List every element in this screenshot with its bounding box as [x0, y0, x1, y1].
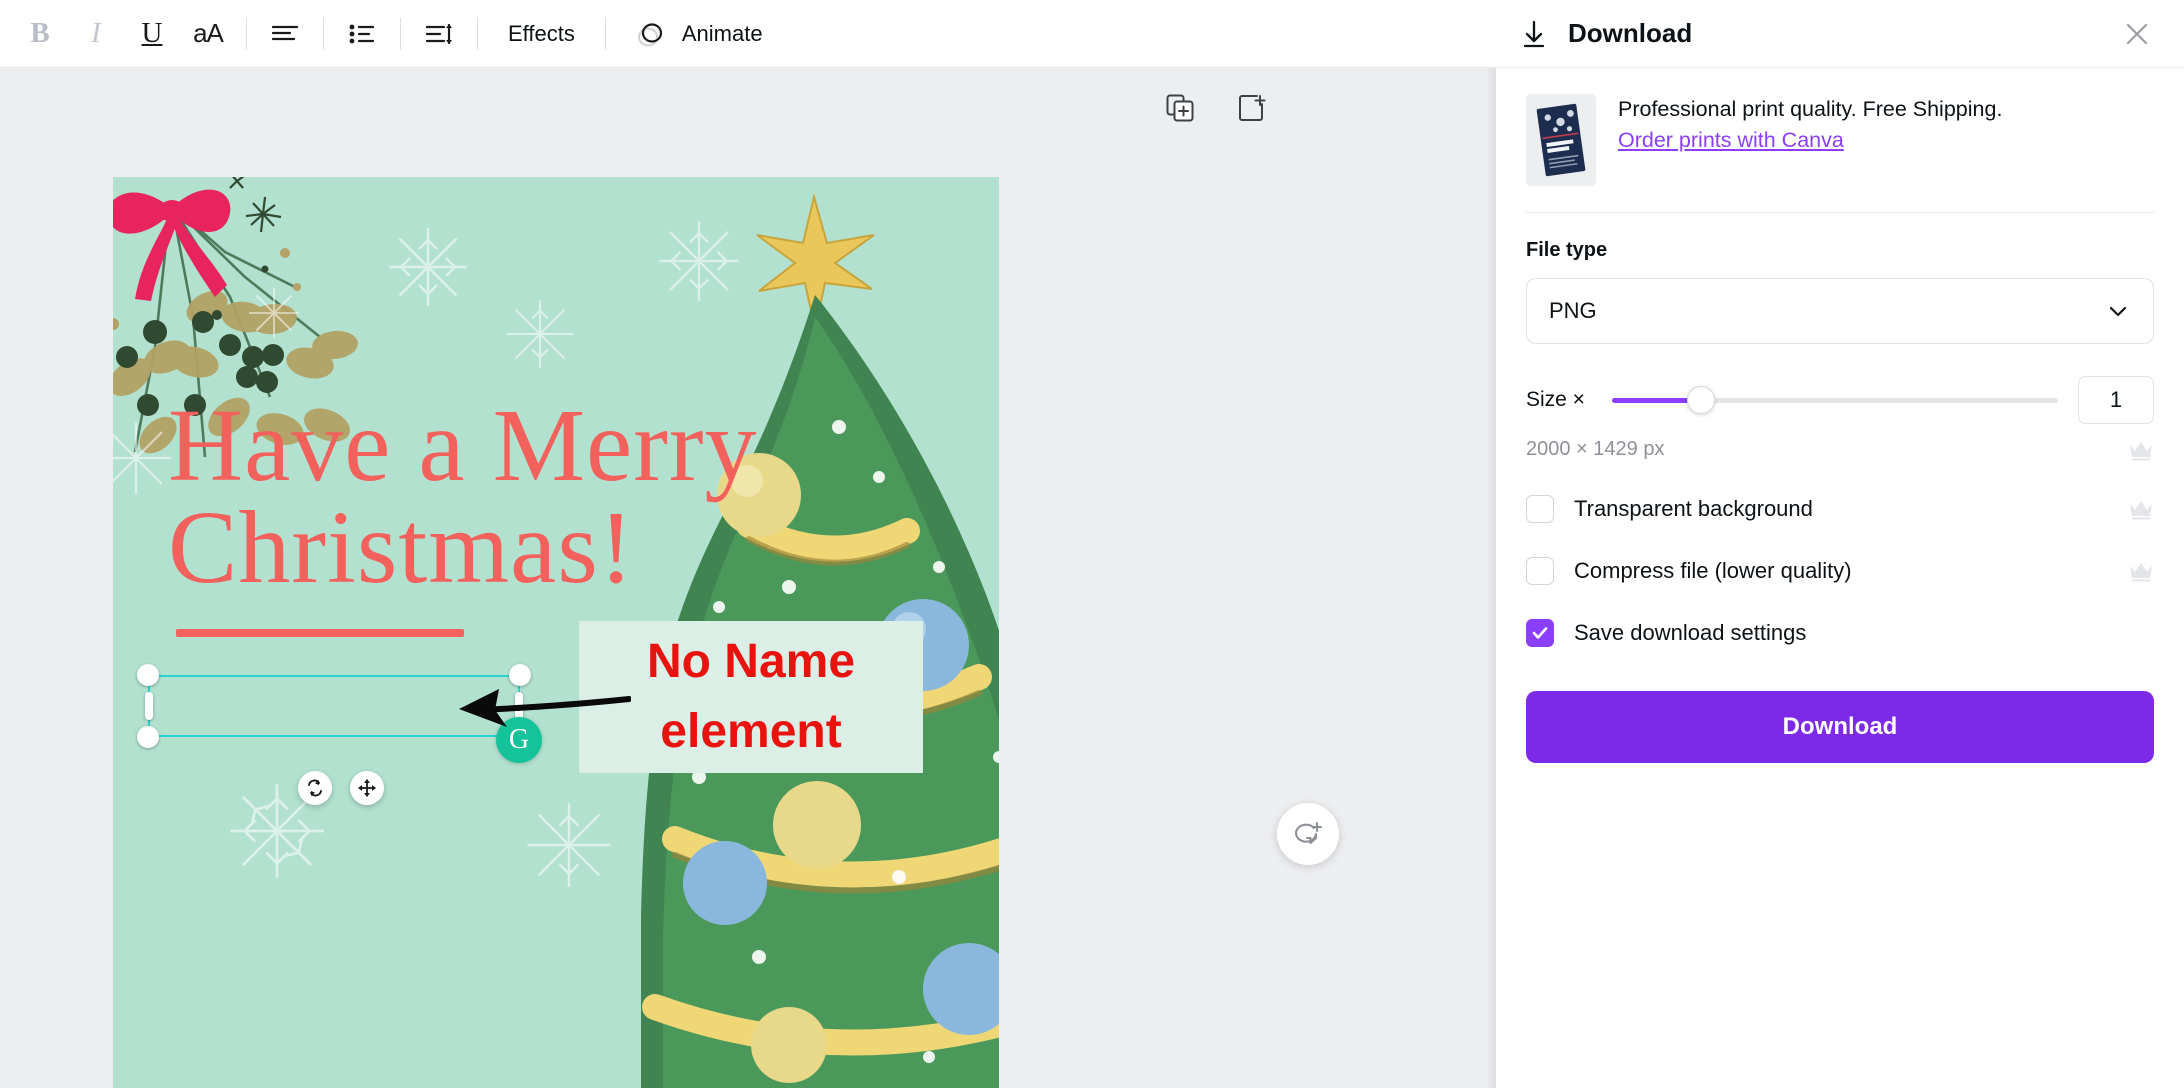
- premium-crown-icon: [2130, 501, 2152, 520]
- italic-button[interactable]: I: [68, 8, 124, 60]
- animate-icon: [637, 22, 662, 46]
- editor-workspace: Have a Merry Christmas! G No Name elemen…: [0, 68, 1496, 1088]
- annotation-arrow: [459, 689, 631, 727]
- toolbar-divider-2: [323, 17, 324, 50]
- size-row: Size × 1: [1526, 376, 2154, 424]
- headline-underline-rule: [176, 629, 464, 637]
- snowflake-icon: [506, 300, 574, 368]
- premium-crown-icon: [2130, 563, 2152, 582]
- download-button[interactable]: Download: [1526, 691, 2154, 763]
- option-label: Transparent background: [1574, 496, 1813, 521]
- add-page-icon: [1239, 95, 1266, 121]
- file-type-select[interactable]: PNG: [1526, 278, 2154, 344]
- close-panel-button[interactable]: [2120, 17, 2154, 51]
- headline-line-1: Have a Merry: [168, 388, 758, 503]
- promo-text-block: Professional print quality. Free Shippin…: [1618, 94, 2002, 155]
- checkmark-icon: [1532, 627, 1548, 639]
- swap-arrows-icon: [308, 779, 322, 797]
- line-spacing-button[interactable]: [411, 8, 467, 60]
- download-icon: [1523, 20, 1545, 47]
- panel-title: Download: [1568, 18, 1693, 48]
- snowflake-icon: [389, 228, 467, 306]
- file-type-value: PNG: [1549, 298, 1597, 323]
- snowflake-icon: [249, 288, 299, 338]
- text-format-toolbar: B I U aA Effects Animate: [0, 0, 1496, 68]
- option-save-download-settings[interactable]: Save download settings: [1526, 619, 2154, 647]
- download-panel-body: Professional print quality. Free Shippin…: [1496, 68, 2184, 763]
- size-dimensions-row: 2000 × 1429 px: [1526, 438, 2154, 461]
- print-promo: Professional print quality. Free Shippin…: [1526, 94, 2154, 212]
- duplicate-page-icon: [1166, 94, 1194, 122]
- headline-line-2: Christmas!: [168, 489, 635, 605]
- slider-knob[interactable]: [1687, 386, 1716, 414]
- add-comment-icon: [1295, 821, 1323, 845]
- add-comment-button[interactable]: [1277, 803, 1339, 865]
- premium-crown-icon: [2130, 441, 2152, 460]
- animate-label: Animate: [681, 20, 763, 46]
- resize-handle-bottom-left[interactable]: [137, 726, 159, 748]
- resize-handle-top-left[interactable]: [137, 664, 159, 686]
- element-float-tools: [298, 771, 384, 805]
- line-spacing-icon: [425, 23, 452, 44]
- option-transparent-background[interactable]: Transparent background: [1526, 495, 2154, 523]
- chevron-down-icon: [2109, 306, 2127, 317]
- toolbar-divider-5: [604, 17, 606, 50]
- toolbar-divider-4: [477, 17, 478, 50]
- order-prints-link[interactable]: Order prints with Canva: [1618, 125, 1844, 156]
- checkbox-transparent-background[interactable]: [1526, 495, 1554, 523]
- download-panel-header: Download: [1496, 0, 2184, 68]
- add-page-button[interactable]: [1232, 88, 1272, 128]
- promo-thumbnail: [1526, 94, 1596, 186]
- snowflake-icon: [659, 221, 739, 301]
- move-element-button[interactable]: [350, 771, 384, 805]
- size-slider[interactable]: [1612, 385, 2058, 415]
- panel-divider: [1526, 212, 2154, 213]
- promo-description: Professional print quality. Free Shippin…: [1618, 97, 2003, 121]
- option-label: Save download settings: [1574, 620, 1807, 645]
- toolbar-divider-3: [400, 17, 401, 50]
- replace-element-button[interactable]: [298, 771, 332, 805]
- letter-case-button[interactable]: aA: [180, 8, 236, 60]
- page-tools: [1160, 88, 1272, 128]
- download-panel: Download Professional print quality. Fre…: [1496, 0, 2184, 1088]
- annotation-line-1: No Name: [646, 635, 856, 689]
- snowflake-icon: [527, 803, 611, 887]
- design-canvas[interactable]: Have a Merry Christmas! G No Name elemen…: [113, 177, 999, 1088]
- toolbar-divider-1: [246, 17, 247, 50]
- duplicate-page-button[interactable]: [1160, 88, 1200, 128]
- checkbox-compress-file[interactable]: [1526, 557, 1554, 585]
- underline-button[interactable]: U: [124, 8, 180, 60]
- file-type-label: File type: [1526, 239, 1608, 261]
- checkbox-save-download-settings[interactable]: [1526, 619, 1554, 647]
- bullet-list-button[interactable]: [334, 8, 390, 60]
- option-label: Compress file (lower quality): [1574, 558, 1852, 583]
- size-dimensions: 2000 × 1429 px: [1526, 438, 1665, 460]
- size-label: Size ×: [1526, 388, 1585, 411]
- move-arrows-icon: [358, 779, 376, 797]
- size-value-input[interactable]: 1: [2078, 376, 2154, 424]
- panel-shadow: [1486, 0, 1496, 1088]
- card-headline[interactable]: Have a Merry Christmas!: [168, 394, 868, 605]
- annotation-line-2: element: [660, 705, 842, 758]
- option-compress-file[interactable]: Compress file (lower quality): [1526, 557, 2154, 585]
- bullet-list-icon: [349, 24, 375, 43]
- text-align-button[interactable]: [257, 8, 313, 60]
- animate-button[interactable]: Animate: [616, 8, 781, 60]
- bold-button[interactable]: B: [12, 8, 68, 60]
- effects-button[interactable]: Effects: [488, 8, 595, 60]
- card-preview-thumbnail: [1536, 103, 1586, 177]
- align-left-icon: [271, 25, 299, 40]
- resize-handle-left[interactable]: [145, 692, 153, 720]
- close-icon: [2126, 23, 2148, 44]
